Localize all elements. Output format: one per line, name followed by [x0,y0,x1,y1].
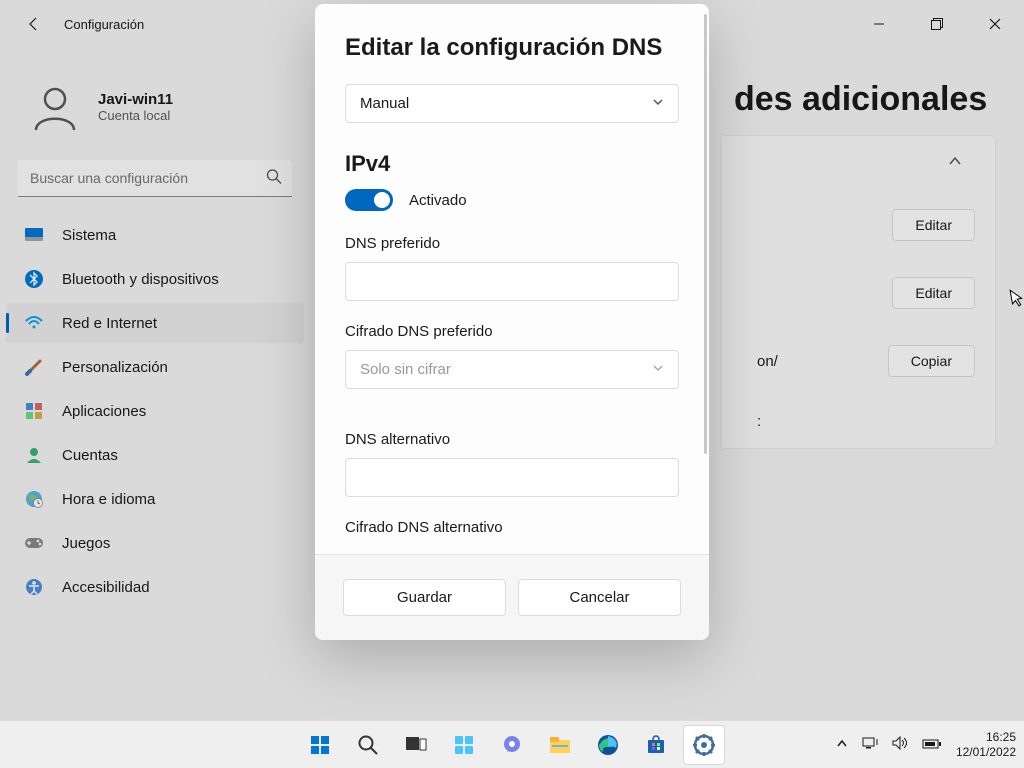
chat-button[interactable] [491,725,533,765]
settings-button[interactable] [683,725,725,765]
enc-alt-label: Cifrado DNS alternativo [345,519,679,536]
ipv4-heading: IPv4 [345,151,679,177]
select-value: Manual [360,95,409,112]
enc-preferred-select[interactable]: Solo sin cifrar [345,350,679,389]
chevron-down-icon [652,361,664,378]
network-icon[interactable] [862,736,878,753]
edge-button[interactable] [587,725,629,765]
dns-preferred-input[interactable] [345,262,679,301]
dns-alt-label: DNS alternativo [345,431,679,448]
store-button[interactable] [635,725,677,765]
taskview-button[interactable] [395,725,437,765]
volume-icon[interactable] [892,736,908,753]
dns-preferred-label: DNS preferido [345,235,679,252]
taskbar: 16:25 12/01/2022 [0,720,1024,768]
widgets-button[interactable] [443,725,485,765]
chevron-down-icon [652,95,664,112]
modal-overlay: Editar la configuración DNS Manual IPv4 … [0,0,1024,768]
search-button[interactable] [347,725,389,765]
clock-date: 12/01/2022 [956,745,1016,759]
ipv4-toggle[interactable] [345,189,393,211]
dns-alt-input[interactable] [345,458,679,497]
toggle-state-label: Activado [409,192,467,209]
select-value: Solo sin cifrar [360,361,451,378]
battery-icon[interactable] [922,737,942,753]
save-button[interactable]: Guardar [343,579,506,616]
scrollbar[interactable] [704,14,707,454]
dialog-title: Editar la configuración DNS [345,34,679,62]
clock-time: 16:25 [956,730,1016,744]
cancel-button[interactable]: Cancelar [518,579,681,616]
dns-mode-select[interactable]: Manual [345,84,679,123]
tray-chevron-icon[interactable] [836,737,848,753]
start-button[interactable] [299,725,341,765]
clock[interactable]: 16:25 12/01/2022 [956,730,1016,759]
explorer-button[interactable] [539,725,581,765]
enc-preferred-label: Cifrado DNS preferido [345,323,679,340]
dns-settings-dialog: Editar la configuración DNS Manual IPv4 … [315,4,709,640]
